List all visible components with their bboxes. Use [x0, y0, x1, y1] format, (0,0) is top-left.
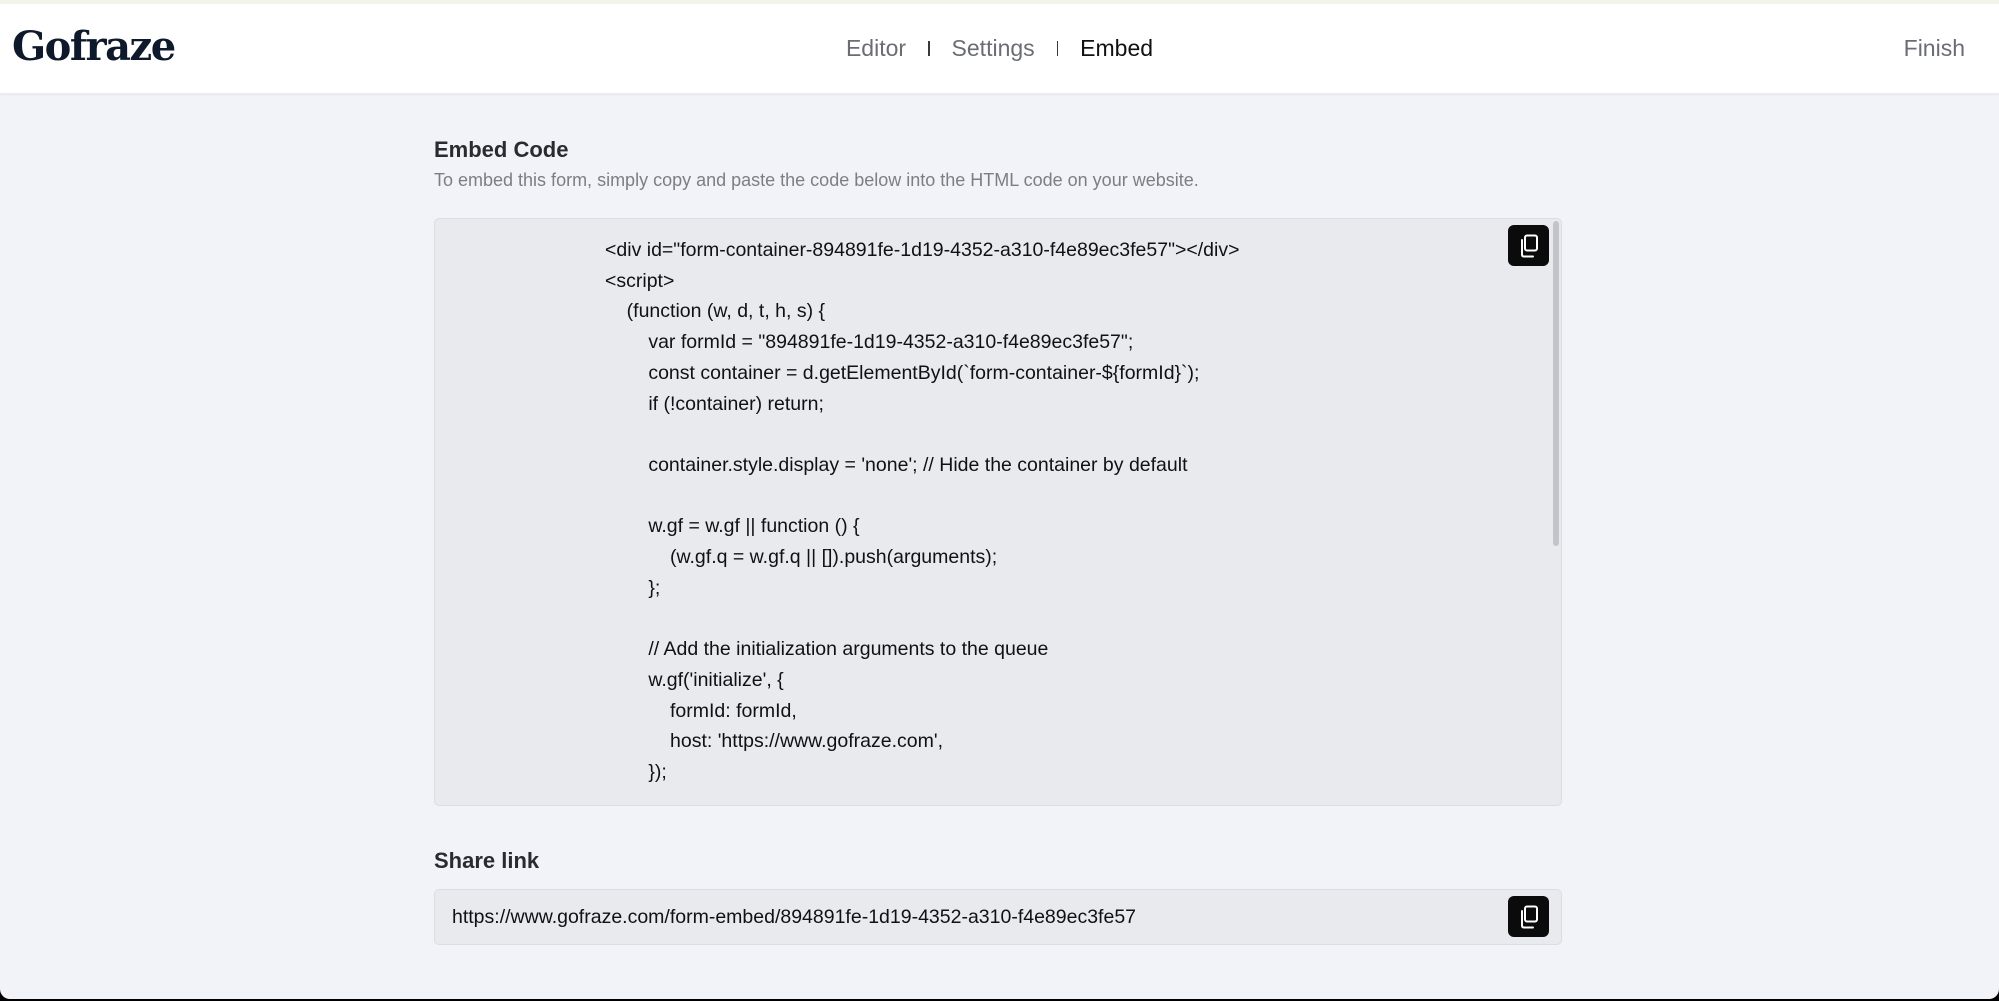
embed-code-text[interactable]: <div id="form-container-894891fe-1d19-43…: [605, 235, 1240, 788]
share-link-box[interactable]: https://www.gofraze.com/form-embed/89489…: [434, 889, 1562, 945]
nav-separator: [928, 41, 930, 56]
code-line: <script>: [605, 269, 675, 292]
app-window: Gofraze Editor Settings Embed Finish Emb…: [0, 0, 1999, 999]
copy-icon: [1518, 905, 1540, 929]
share-link-url[interactable]: https://www.gofraze.com/form-embed/89489…: [452, 890, 1136, 944]
embed-code-title: Embed Code: [434, 137, 569, 162]
nav-editor[interactable]: Editor: [842, 4, 910, 93]
code-line: formId: formId,: [605, 699, 797, 722]
code-line: (function (w, d, t, h, s) {: [605, 300, 826, 323]
embed-code-box[interactable]: <div id="form-container-894891fe-1d19-43…: [434, 218, 1562, 806]
code-line: // Add the initialization arguments to t…: [605, 638, 1049, 661]
code-line: if (!container) return;: [605, 392, 824, 415]
embed-code-description: To embed this form, simply copy and past…: [434, 170, 1199, 190]
code-scrollbar-thumb[interactable]: [1553, 221, 1559, 546]
nav-embed[interactable]: Embed: [1076, 4, 1157, 93]
share-link-title: Share link: [434, 848, 540, 873]
header: Gofraze Editor Settings Embed Finish: [0, 4, 1999, 94]
code-line: w.gf('initialize', {: [605, 668, 784, 691]
copy-link-button[interactable]: [1508, 896, 1549, 937]
nav-separator: [1056, 41, 1059, 56]
code-line: <div id="form-container-894891fe-1d19-43…: [605, 239, 1240, 261]
code-scrollbar[interactable]: [1552, 221, 1560, 801]
step-nav: Editor Settings Embed: [0, 4, 1999, 93]
copy-icon: [1518, 234, 1540, 258]
code-line: container.style.display = 'none'; // Hid…: [605, 453, 1188, 476]
code-line: host: 'https://www.gofraze.com',: [605, 730, 943, 753]
code-line: });: [605, 760, 667, 783]
code-line: var formId = "894891fe-1d19-4352-a310-f4…: [605, 331, 1134, 354]
copy-code-button[interactable]: [1508, 225, 1549, 266]
code-line: w.gf = w.gf || function () {: [605, 515, 860, 538]
code-line: const container = d.getElementById(`form…: [605, 361, 1200, 384]
finish-button[interactable]: Finish: [1904, 4, 1965, 93]
code-line: };: [605, 576, 661, 599]
code-line: (w.gf.q = w.gf.q || []).push(arguments);: [605, 546, 998, 569]
nav-settings[interactable]: Settings: [948, 4, 1039, 93]
